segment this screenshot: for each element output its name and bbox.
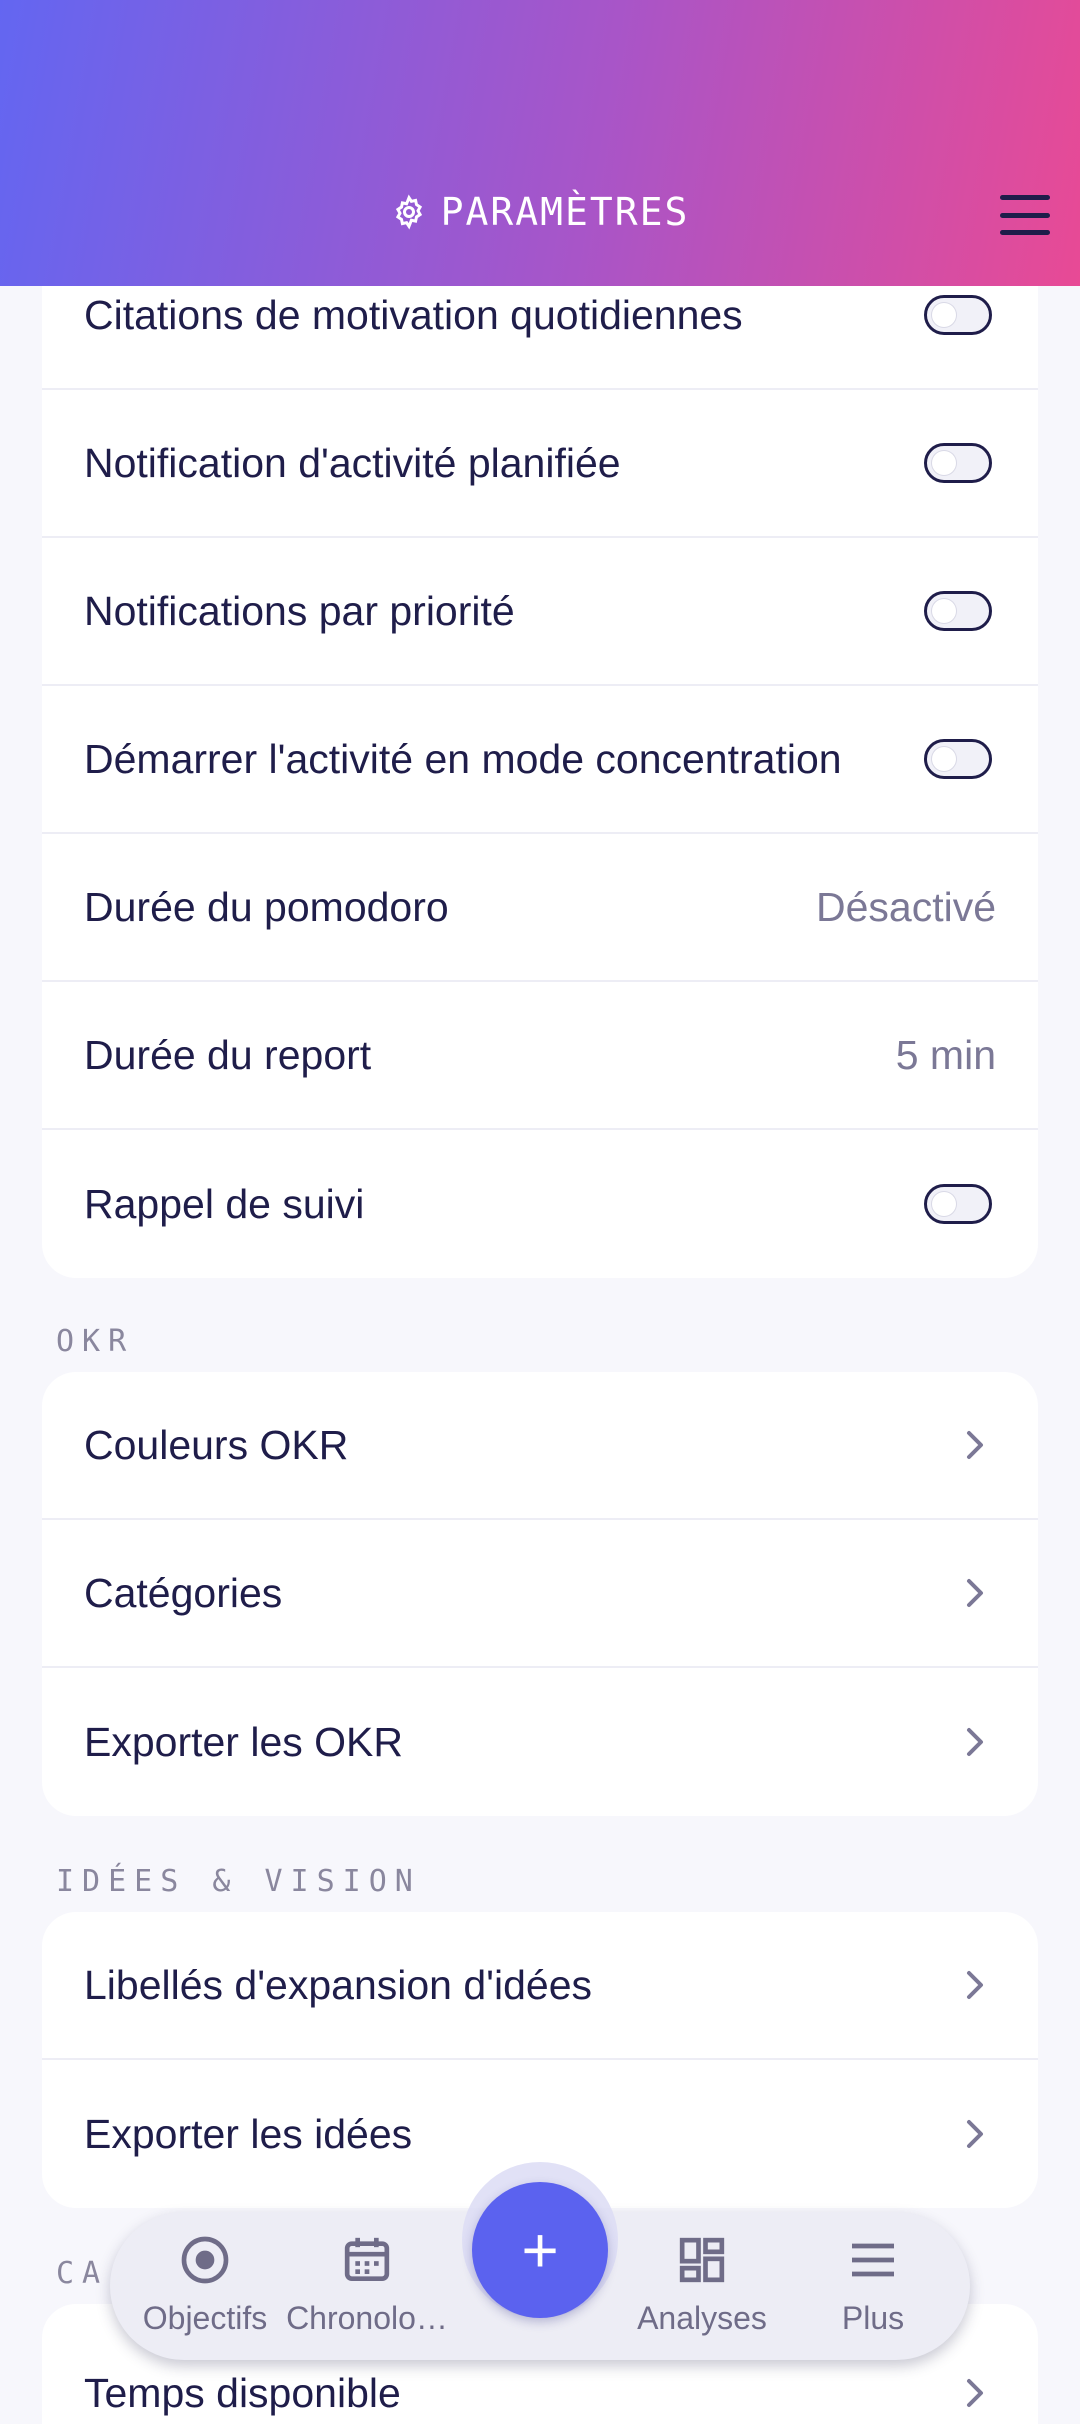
dashboard-icon bbox=[679, 2237, 725, 2283]
app-header: PARAMÈTRES bbox=[0, 0, 1080, 286]
okr-card: Couleurs OKR Catégories Exporter les OKR bbox=[42, 1372, 1038, 1816]
setting-label: Durée du pomodoro bbox=[84, 883, 449, 930]
calendar-item-label: Temps disponible bbox=[84, 2369, 401, 2416]
chevron-right-icon bbox=[967, 2379, 983, 2407]
add-button[interactable]: + bbox=[472, 2182, 608, 2318]
chevron-right-icon bbox=[967, 1579, 983, 1607]
setting-row-pomodoro-duration[interactable]: Durée du pomodoro Désactivé bbox=[42, 834, 1038, 982]
chevron-right-icon bbox=[967, 2120, 983, 2148]
okr-item-label: Couleurs OKR bbox=[84, 1421, 349, 1468]
nav-item-label: Plus bbox=[841, 2300, 905, 2336]
plus-icon: + bbox=[521, 2214, 559, 2286]
nav-item-label: Analyses bbox=[637, 2300, 767, 2336]
chevron-right-icon bbox=[967, 1728, 983, 1756]
chevron-right-icon bbox=[967, 1431, 983, 1459]
setting-label: Citations de motivation quotidiennes bbox=[84, 291, 743, 338]
follow-up-reminder-toggle[interactable] bbox=[924, 1184, 992, 1224]
setting-row-scheduled-activity[interactable]: Notification d'activité planifiée bbox=[42, 390, 1038, 538]
daily-quotes-toggle[interactable] bbox=[924, 295, 992, 335]
setting-row-focus-mode[interactable]: Démarrer l'activité en mode concentratio… bbox=[42, 686, 1038, 834]
priority-notifications-toggle[interactable] bbox=[924, 591, 992, 631]
section-title-calendar: CA bbox=[56, 2256, 109, 2291]
target-icon bbox=[181, 2236, 229, 2284]
ideas-item-label: Libellés d'expansion d'idées bbox=[84, 1961, 593, 2008]
nav-item-more[interactable]: Plus bbox=[788, 2232, 958, 2337]
setting-row-snooze-duration[interactable]: Durée du report 5 min bbox=[42, 982, 1038, 1130]
setting-label: Durée du report bbox=[84, 1031, 372, 1078]
menu-lines-icon bbox=[852, 2243, 894, 2277]
calendar-icon bbox=[344, 2237, 390, 2281]
setting-label: Notification d'activité planifiée bbox=[84, 439, 621, 486]
snooze-duration-value: 5 min bbox=[895, 1031, 996, 1078]
ideas-item-expansion-labels[interactable]: Libellés d'expansion d'idées bbox=[42, 1912, 1038, 2060]
section-title-okr: OKR bbox=[56, 1324, 135, 1359]
page-title: PARAMÈTRES bbox=[0, 190, 1080, 234]
scheduled-activity-toggle[interactable] bbox=[924, 443, 992, 483]
pomodoro-duration-value: Désactivé bbox=[815, 883, 996, 930]
ideas-item-label: Exporter les idées bbox=[84, 2110, 413, 2157]
setting-label: Notifications par priorité bbox=[84, 587, 515, 634]
section-title-ideas: IDÉES & VISION bbox=[56, 1864, 421, 1899]
okr-item-export[interactable]: Exporter les OKR bbox=[42, 1668, 1038, 1816]
setting-row-follow-up-reminder[interactable]: Rappel de suivi bbox=[42, 1130, 1038, 1278]
notifications-card: Citations de motivation quotidiennes Not… bbox=[42, 168, 1038, 1278]
setting-label: Rappel de suivi bbox=[84, 1180, 365, 1227]
nav-item-label: Objectifs bbox=[142, 2300, 268, 2336]
okr-item-label: Exporter les OKR bbox=[84, 1718, 403, 1765]
okr-item-label: Catégories bbox=[84, 1569, 283, 1616]
setting-label: Démarrer l'activité en mode concentratio… bbox=[84, 735, 842, 782]
okr-item-categories[interactable]: Catégories bbox=[42, 1520, 1038, 1668]
nav-item-timeline[interactable]: Chronolo… bbox=[282, 2232, 452, 2337]
page-title-text: PARAMÈTRES bbox=[440, 190, 690, 234]
focus-mode-toggle[interactable] bbox=[924, 739, 992, 779]
okr-item-colors[interactable]: Couleurs OKR bbox=[42, 1372, 1038, 1520]
chevron-right-icon bbox=[967, 1971, 983, 1999]
gear-icon bbox=[395, 194, 422, 230]
hamburger-menu-icon[interactable] bbox=[1000, 195, 1050, 235]
nav-item-label: Chronolo… bbox=[286, 2300, 448, 2336]
nav-item-objectives[interactable]: Objectifs bbox=[120, 2232, 290, 2337]
setting-row-priority-notifications[interactable]: Notifications par priorité bbox=[42, 538, 1038, 686]
nav-item-analytics[interactable]: Analyses bbox=[617, 2232, 787, 2337]
